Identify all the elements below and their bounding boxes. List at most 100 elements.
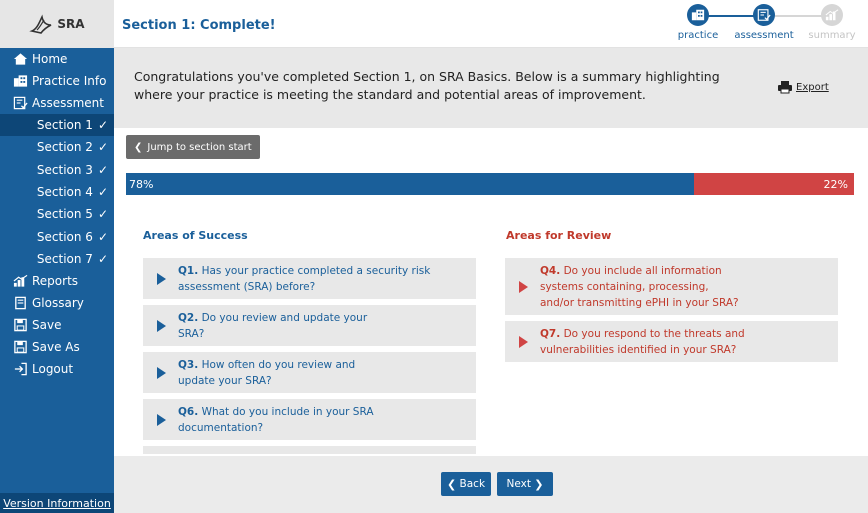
sidebar-item-section-4[interactable]: Section 4 ✓ <box>0 181 114 203</box>
chart-icon <box>821 4 843 26</box>
jump-to-section-start-button[interactable]: ❮ Jump to section start <box>126 135 260 159</box>
section-label: Section 1 <box>36 118 93 133</box>
question-number: Q7. <box>540 327 561 340</box>
footer-nav: ❮ Back Next ❯ <box>114 456 868 513</box>
chevron-left-icon: ❮ <box>446 477 457 491</box>
sidebar-item-save[interactable]: Save <box>0 314 114 336</box>
success-question-partial[interactable] <box>143 446 476 454</box>
play-arrow-icon <box>157 366 166 379</box>
sidebar-item-section-1[interactable]: Section 1 ✓ <box>0 114 114 137</box>
section-label: Section 3 <box>36 162 93 177</box>
checklist-icon <box>753 4 775 26</box>
question-text: Q1. Has your practice completed a securi… <box>178 263 476 295</box>
save-icon <box>12 318 28 332</box>
section-label: Section 7 <box>36 251 93 266</box>
sidebar-item-section-5[interactable]: Section 5 ✓ <box>0 203 114 225</box>
sidebar-item-section-3[interactable]: Section 3 ✓ <box>0 159 114 181</box>
sidebar-item-label: Save <box>32 318 62 333</box>
export-button[interactable]: Export <box>777 80 829 94</box>
step-label: practice <box>677 30 719 41</box>
section-label: Section 6 <box>36 229 93 244</box>
back-button[interactable]: ❮ Back <box>441 472 491 496</box>
question-text: Q3. How often do you review and update y… <box>178 357 368 389</box>
play-arrow-icon <box>157 413 166 426</box>
save-as-icon <box>12 340 28 354</box>
sidebar-nav: Home Practice Info Assessment Section 1 … <box>0 48 114 380</box>
check-icon: ✓ <box>97 207 108 222</box>
header: Section 1: Complete! practice assessment <box>114 0 868 48</box>
question-body: Do you review and update your SRA? <box>178 311 368 340</box>
areas-for-review-heading: Areas for Review <box>506 229 612 242</box>
sidebar-item-home[interactable]: Home <box>0 48 114 70</box>
play-arrow-icon <box>519 280 528 293</box>
play-arrow-icon <box>157 319 166 332</box>
success-question-q6[interactable]: Q6. What do you include in your SRA docu… <box>143 399 476 440</box>
sidebar-item-glossary[interactable]: Glossary <box>0 292 114 314</box>
sra-logo[interactable]: SRA <box>29 13 85 35</box>
step-label: summary <box>808 30 856 41</box>
success-percent: 78% <box>129 177 154 191</box>
sidebar-item-assessment[interactable]: Assessment <box>0 92 114 114</box>
intro-banner: Congratulations you've completed Section… <box>114 48 868 128</box>
sidebar-item-label: Practice Info <box>32 74 107 88</box>
play-arrow-icon <box>157 272 166 285</box>
sidebar-item-label: Assessment <box>32 96 104 110</box>
step-summary[interactable]: summary <box>802 4 862 41</box>
success-question-q3[interactable]: Q3. How often do you review and update y… <box>143 352 476 393</box>
question-text: Q7. Do you respond to the threats and vu… <box>540 326 760 358</box>
app-root: SRA Home Practice Info Assessment Sectio… <box>0 0 868 513</box>
question-text: Q6. What do you include in your SRA docu… <box>178 404 398 436</box>
check-icon: ✓ <box>97 118 108 133</box>
check-icon: ✓ <box>97 185 108 200</box>
jump-label: Jump to section start <box>147 141 252 153</box>
question-number: Q2. <box>178 311 199 324</box>
sidebar-item-label: Save As <box>32 340 80 355</box>
sidebar-item-label: Home <box>32 52 68 66</box>
next-label: Next <box>506 478 531 490</box>
hhs-eagle-icon <box>29 14 52 34</box>
question-body: Do you include all information systems c… <box>540 264 739 309</box>
sidebar-item-section-7[interactable]: Section 7 ✓ <box>0 248 114 270</box>
version-information-link[interactable]: Version Information <box>0 493 114 513</box>
page-title: Section 1: Complete! <box>122 18 276 33</box>
step-practice[interactable]: practice <box>668 4 728 41</box>
review-question-q7[interactable]: Q7. Do you respond to the threats and vu… <box>505 321 838 362</box>
check-icon: ✓ <box>97 251 108 266</box>
sidebar-item-section-2[interactable]: Section 2 ✓ <box>0 136 114 158</box>
check-icon: ✓ <box>97 162 108 177</box>
areas-of-success-heading: Areas of Success <box>143 229 248 242</box>
next-button[interactable]: Next ❯ <box>497 472 553 496</box>
chevron-right-icon: ❯ <box>534 477 544 491</box>
question-text: Q2. Do you review and update your SRA? <box>178 310 368 342</box>
section-label: Section 5 <box>36 207 93 222</box>
sidebar-item-section-6[interactable]: Section 6 ✓ <box>0 225 114 247</box>
progress-stepper: practice assessment summary <box>668 4 868 46</box>
logout-icon <box>12 362 28 376</box>
results-progress-bar: 78% 22% <box>126 173 854 195</box>
checklist-icon <box>12 96 28 110</box>
sidebar-item-label: Logout <box>32 362 74 377</box>
home-icon <box>12 52 28 66</box>
printer-icon <box>778 81 792 94</box>
sidebar-item-label: Glossary <box>32 296 84 311</box>
sidebar-item-reports[interactable]: Reports <box>0 270 114 292</box>
sidebar-item-logout[interactable]: Logout <box>0 358 114 380</box>
sidebar-item-save-as[interactable]: Save As <box>0 336 114 358</box>
back-label: Back <box>459 478 486 490</box>
step-assessment[interactable]: assessment <box>734 4 794 41</box>
export-label: Export <box>796 81 829 93</box>
question-number: Q3. <box>178 358 199 371</box>
review-list: Q4. Do you include all information syste… <box>505 258 838 368</box>
sidebar: SRA Home Practice Info Assessment Sectio… <box>0 0 114 513</box>
sidebar-item-practice-info[interactable]: Practice Info <box>0 70 114 92</box>
book-icon <box>12 296 28 310</box>
chart-icon <box>12 274 28 288</box>
review-portion: 22% <box>693 173 854 195</box>
success-question-q2[interactable]: Q2. Do you review and update your SRA? <box>143 305 476 346</box>
question-body: What do you include in your SRA document… <box>178 405 374 434</box>
section-label: Section 2 <box>36 140 93 155</box>
question-body: Has your practice completed a security r… <box>178 264 431 293</box>
review-question-q4[interactable]: Q4. Do you include all information syste… <box>505 258 838 315</box>
success-question-q1[interactable]: Q1. Has your practice completed a securi… <box>143 258 476 299</box>
review-percent: 22% <box>823 177 848 191</box>
